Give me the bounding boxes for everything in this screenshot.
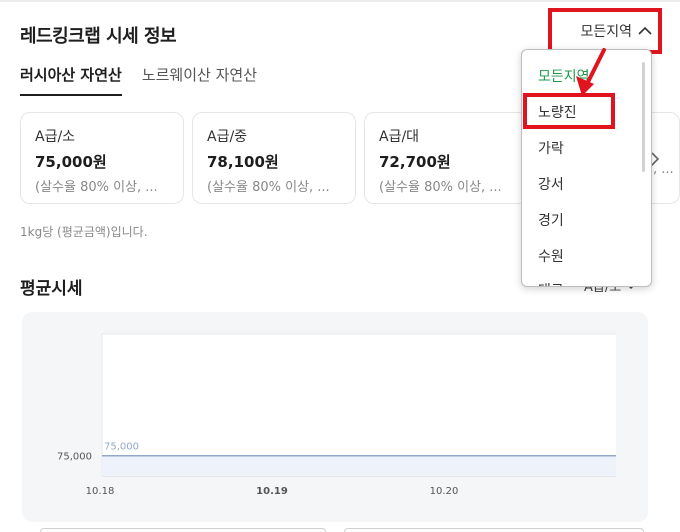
card-price: 72,700원 (379, 153, 451, 171)
bottom-tab[interactable] (344, 528, 644, 532)
annotation-arrow-icon (576, 48, 606, 96)
annotation-highlight-box (523, 93, 615, 129)
card-grade: A급/소 (35, 129, 76, 145)
x-tick-label: 10.18 (86, 486, 115, 497)
region-option-daegu[interactable]: 대구 (538, 280, 564, 286)
region-option-garak[interactable]: 가락 (538, 138, 564, 158)
card-description: (살수율 80% 이상, ... (207, 180, 330, 195)
dropdown-scrollbar[interactable] (642, 62, 645, 172)
series-area (102, 455, 616, 476)
card-grade: A급/대 (379, 129, 420, 145)
origin-tabs: 러시아산 자연산 노르웨이산 자연산 (20, 60, 277, 96)
region-select-label: 모든지역 (580, 24, 632, 40)
page-title: 레드킹크랩 시세 정보 (20, 26, 177, 47)
section-title: 평균시세 (20, 279, 83, 299)
plot-area (102, 334, 616, 476)
card-description: (살수율 80% 이상, ... (35, 180, 158, 195)
data-label: 75,000 (104, 442, 139, 453)
x-tick-label: 10.20 (430, 486, 459, 497)
card-grade: A급/중 (207, 129, 248, 145)
chart-svg: 75,000 75,000 10.18 10.19 10.20 (57, 333, 616, 497)
top-divider (0, 0, 680, 2)
price-card[interactable]: A급/대 72,700원 (살수율 80% 이상, ... (364, 112, 528, 204)
region-option-suwon[interactable]: 수원 (538, 246, 564, 266)
y-tick-label: 75,000 (57, 452, 92, 463)
x-tick-label: 10.19 (256, 486, 288, 497)
region-option-gyeonggi[interactable]: 경기 (538, 210, 564, 230)
price-card[interactable]: A급/중 78,100원 (살수율 80% 이상, ... (192, 112, 356, 204)
price-card[interactable]: A급/소 75,000원 (살수율 80% 이상, ... (20, 112, 184, 204)
card-price: 75,000원 (35, 153, 107, 171)
tab-norway-wild[interactable]: 노르웨이산 자연산 (142, 60, 257, 96)
tab-russia-wild[interactable]: 러시아산 자연산 (20, 60, 122, 96)
chevron-up-icon (638, 26, 652, 35)
region-option-gangseo[interactable]: 강서 (538, 174, 564, 194)
bottom-tab[interactable] (40, 528, 326, 532)
card-description: (살수율 80% 이상, ... (379, 180, 502, 195)
price-chart: 75,000 75,000 10.18 10.19 10.20 (22, 312, 648, 522)
unit-note: 1kg당 (평균금액)입니다. (20, 225, 148, 239)
card-price: 78,100원 (207, 153, 279, 171)
